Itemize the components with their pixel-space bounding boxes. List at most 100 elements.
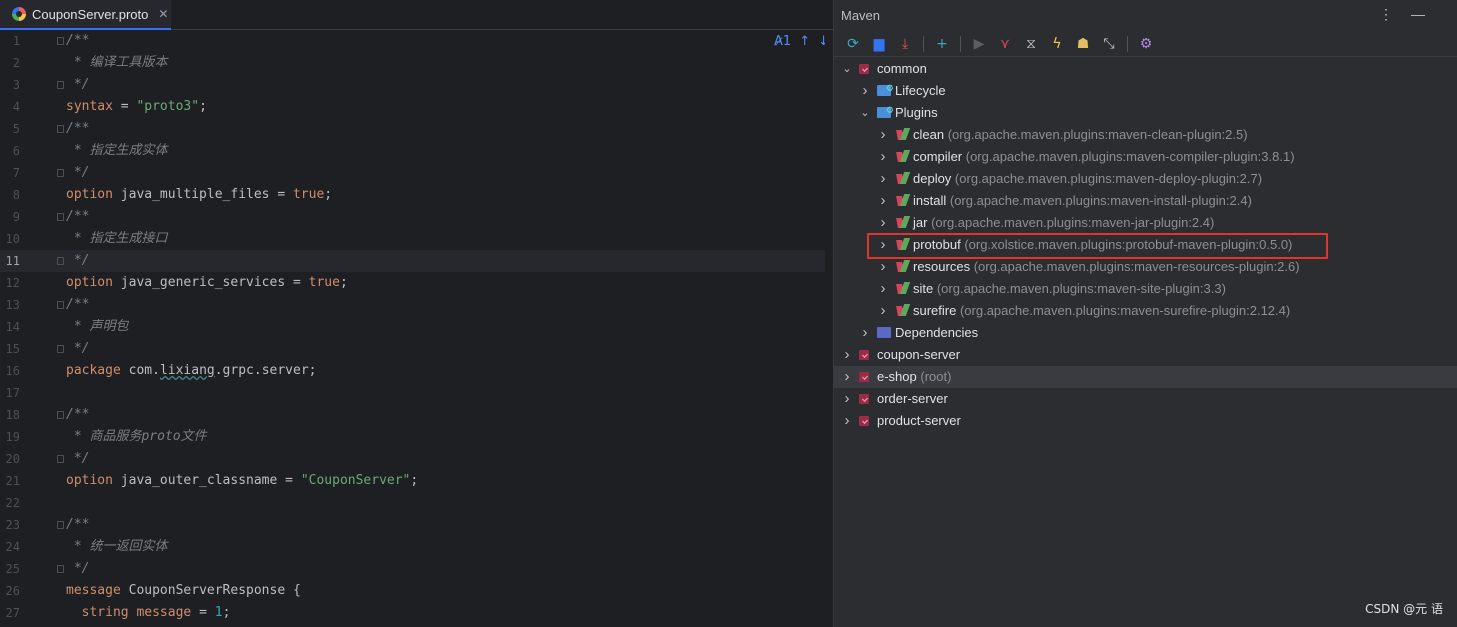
- ide-window: CouponServer.proto ✕ 1/** 2 * 编译工具版本 3 */4…: [0, 0, 1457, 627]
- code-line[interactable]: 3 */: [0, 74, 825, 96]
- tree-item-deploy[interactable]: › deploy (org.apache.maven.plugins:maven-…: [834, 168, 1457, 190]
- fold-marker-icon[interactable]: [57, 81, 64, 89]
- tree-item-product-server[interactable]: › product-server: [834, 410, 1457, 432]
- code-line[interactable]: 1 /**: [0, 30, 825, 52]
- chevron-right-icon[interactable]: ›: [878, 190, 888, 212]
- minimize-icon[interactable]: —: [1411, 6, 1443, 22]
- code-line[interactable]: 7 */: [0, 162, 825, 184]
- fold-marker-icon[interactable]: [57, 411, 64, 419]
- chevron-right-icon[interactable]: ›: [842, 410, 852, 432]
- code-line[interactable]: 17: [0, 382, 825, 404]
- close-tab-icon[interactable]: ✕: [158, 7, 168, 21]
- chevron-right-icon[interactable]: ›: [842, 388, 852, 410]
- fold-marker-icon[interactable]: [57, 257, 64, 265]
- code-line[interactable]: 4 syntax = "proto3";: [0, 96, 825, 118]
- code-line[interactable]: 2 * 编译工具版本: [0, 52, 825, 74]
- code-line[interactable]: 6 * 指定生成实体: [0, 140, 825, 162]
- tree-item-lifecycle[interactable]: › Lifecycle: [834, 77, 1457, 102]
- skip-tests-icon[interactable]: ϟ: [1046, 33, 1068, 55]
- code-line[interactable]: 16 package com.lixiang.grpc.server;: [0, 360, 825, 382]
- code-line[interactable]: 23 /**: [0, 514, 825, 536]
- code-line[interactable]: 14 * 声明包: [0, 316, 825, 338]
- maven-plugin-icon: [897, 238, 909, 252]
- tree-item-site[interactable]: › site (org.apache.maven.plugins:maven-si…: [834, 278, 1457, 300]
- chevron-right-icon[interactable]: ›: [860, 80, 870, 102]
- fold-marker-icon[interactable]: [57, 565, 64, 573]
- code-line[interactable]: 25 */: [0, 558, 825, 580]
- code-line[interactable]: 15 */: [0, 338, 825, 360]
- reload-icon[interactable]: ⟳: [842, 33, 864, 55]
- collapse-icon[interactable]: ⤡: [1098, 33, 1120, 55]
- spell-check-icon[interactable]: A̷1: [774, 34, 791, 49]
- previous-highlight-icon[interactable]: ↑: [799, 34, 810, 49]
- tree-item-dependencies[interactable]: › Dependencies: [834, 322, 1457, 344]
- toggle-offline-icon[interactable]: ⧖: [1020, 33, 1042, 55]
- show-dependencies-icon[interactable]: ☗: [1072, 33, 1094, 55]
- more-vert-icon[interactable]: ⋮: [1379, 6, 1411, 22]
- code-line[interactable]: 13 /**: [0, 294, 825, 316]
- fold-marker-icon[interactable]: [57, 37, 64, 45]
- code-line[interactable]: 10 * 指定生成接口: [0, 228, 825, 250]
- fold-marker-icon[interactable]: [57, 301, 64, 309]
- tree-item-protobuf[interactable]: › protobuf (org.xolstice.maven.plugins:pr…: [834, 234, 1457, 256]
- fold-marker-icon[interactable]: [57, 521, 64, 529]
- code-line[interactable]: 18 /**: [0, 404, 825, 426]
- code-line[interactable]: 9 /**: [0, 206, 825, 228]
- line-number: 15: [5, 342, 20, 356]
- fold-marker-icon[interactable]: [57, 169, 64, 177]
- chevron-right-icon[interactable]: ›: [878, 234, 888, 256]
- module-icon: [859, 64, 869, 74]
- code-text: /**: [66, 517, 90, 532]
- code-line[interactable]: 12 option java_generic_services = true;: [0, 272, 825, 294]
- fold-marker-icon[interactable]: [57, 345, 64, 353]
- tree-item-plugins[interactable]: ⌄ Plugins: [834, 99, 1457, 124]
- tree-item-install[interactable]: › install (org.apache.maven.plugins:maven…: [834, 190, 1457, 212]
- chevron-right-icon[interactable]: ›: [878, 124, 888, 146]
- chevron-right-icon[interactable]: ›: [860, 322, 870, 344]
- code-text: */: [66, 451, 90, 466]
- fold-marker-icon[interactable]: [57, 125, 64, 133]
- tree-item-clean[interactable]: › clean (org.apache.maven.plugins:maven-c…: [834, 124, 1457, 146]
- code-line[interactable]: 20 */: [0, 448, 825, 470]
- code-text: */: [66, 341, 90, 356]
- chevron-right-icon[interactable]: ›: [878, 212, 888, 234]
- run-icon[interactable]: ▶: [968, 33, 990, 55]
- tree-item-coupon-server[interactable]: › coupon-server: [834, 344, 1457, 366]
- download-icon[interactable]: ⤓: [894, 33, 916, 55]
- chevron-right-icon[interactable]: ›: [878, 278, 888, 300]
- chevron-right-icon[interactable]: ›: [878, 168, 888, 190]
- code-area[interactable]: 1/** 2 * 编译工具版本 3 */4 syntax = "proto3"; 5/*…: [0, 30, 825, 627]
- chevron-right-icon[interactable]: ›: [878, 146, 888, 168]
- fold-marker-icon[interactable]: [57, 455, 64, 463]
- code-line[interactable]: 5 /**: [0, 118, 825, 140]
- code-line[interactable]: 27 string message = 1;: [0, 602, 825, 624]
- settings-icon[interactable]: ⚙: [1135, 33, 1157, 55]
- code-line[interactable]: 19 * 商品服务proto文件: [0, 426, 825, 448]
- tree-item-compiler[interactable]: › compiler (org.apache.maven.plugins:mave…: [834, 146, 1457, 168]
- tree-item-common[interactable]: ⌄ common: [834, 58, 1457, 80]
- maven-goal-icon[interactable]: ⋎: [994, 33, 1016, 55]
- tree-item-e-shop[interactable]: › e-shop (root): [834, 366, 1457, 388]
- chevron-right-icon[interactable]: ›: [878, 300, 888, 322]
- chevron-down-icon[interactable]: ⌄: [842, 58, 852, 80]
- code-line[interactable]: 22: [0, 492, 825, 514]
- tab-couponserver-proto[interactable]: CouponServer.proto ✕: [0, 0, 171, 30]
- line-number: 12: [5, 276, 20, 290]
- chevron-down-icon[interactable]: ⌄: [860, 102, 870, 124]
- tree-item-order-server[interactable]: › order-server: [834, 388, 1457, 410]
- code-line[interactable]: 21 option java_outer_classname = "CouponS…: [0, 470, 825, 492]
- plus-icon[interactable]: +: [931, 33, 953, 55]
- code-line[interactable]: 8 option java_multiple_files = true;: [0, 184, 825, 206]
- add-folder-icon[interactable]: ▆: [868, 33, 890, 55]
- chevron-right-icon[interactable]: ›: [842, 366, 852, 388]
- tree-item-jar[interactable]: › jar (org.apache.maven.plugins:maven-jar…: [834, 212, 1457, 234]
- tree-item-resources[interactable]: › resources (org.apache.maven.plugins:mav…: [834, 256, 1457, 278]
- code-line[interactable]: 11 */: [0, 250, 825, 272]
- tree-item-surefire[interactable]: › surefire (org.apache.maven.plugins:mave…: [834, 300, 1457, 322]
- code-line[interactable]: 24 * 统一返回实体: [0, 536, 825, 558]
- fold-marker-icon[interactable]: [57, 213, 64, 221]
- code-line[interactable]: 26 message CouponServerResponse {: [0, 580, 825, 602]
- chevron-right-icon[interactable]: ›: [842, 344, 852, 366]
- chevron-right-icon[interactable]: ›: [878, 256, 888, 278]
- editor-scrollbar[interactable]: [825, 30, 833, 627]
